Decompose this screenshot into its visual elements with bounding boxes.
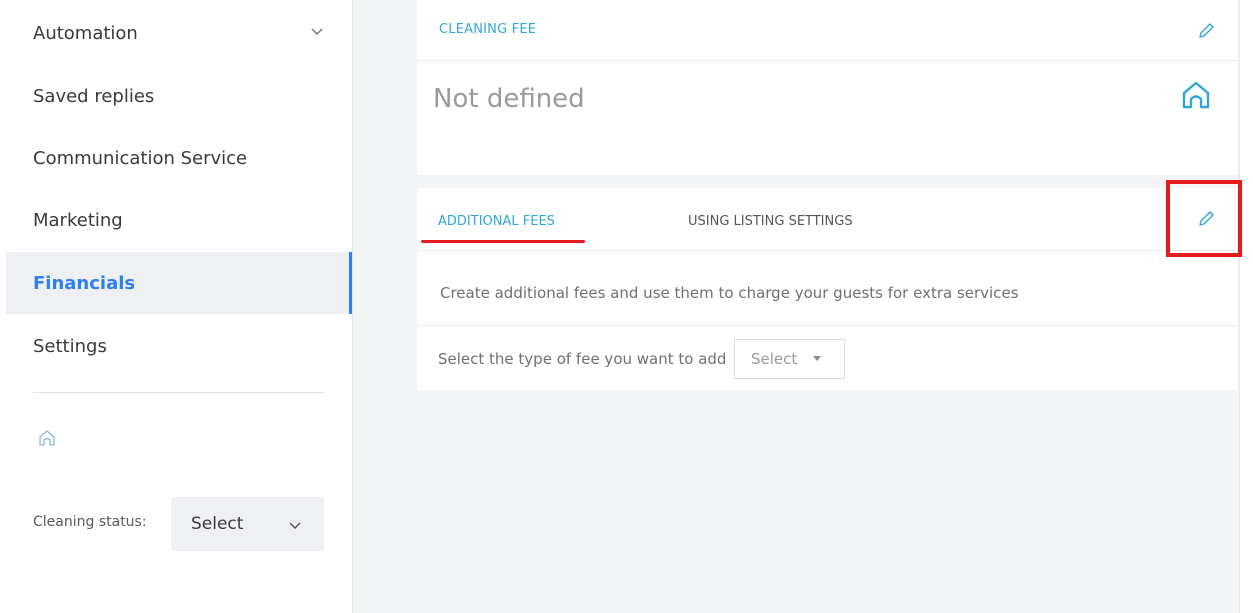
sidebar-item-saved-replies[interactable]: Saved replies [6,65,352,127]
fee-type-select[interactable]: Select [734,339,845,379]
home-icon [39,430,55,446]
active-tab-underline [421,240,585,243]
highlight-box [1166,180,1242,257]
sidebar-item-label: Settings [33,335,107,357]
sidebar-item-label: Communication Service [33,147,248,169]
home-icon [1182,81,1210,109]
right-panel-edge [1239,0,1253,613]
sidebar-item-label: Automation [33,22,138,44]
card-divider [417,60,1237,61]
cleaning-fee-value: Not defined [433,84,585,114]
cleaning-status-label: Cleaning status: [33,514,147,530]
pencil-icon[interactable] [1197,22,1215,40]
cleaning-fee-title: CLEANING FEE [439,22,537,37]
card-divider [417,250,1237,251]
sidebar-item-settings[interactable]: Settings [6,315,352,377]
additional-fees-description: Create additional fees and use them to c… [440,284,1019,302]
cleaning-status-select[interactable]: Select [171,497,324,551]
cleaning-status-value: Select [191,514,244,534]
sidebar-item-label: Marketing [33,209,123,231]
tab-using-listing-settings[interactable]: USING LISTING SETTINGS [688,214,853,229]
sidebar-divider [33,392,324,393]
chevron-down-icon [289,522,301,530]
sidebar-item-automation[interactable]: Automation [6,2,352,64]
sidebar-item-financials[interactable]: Financials [6,252,352,314]
sidebar-item-marketing[interactable]: Marketing [6,189,352,251]
fee-type-value: Select [751,350,798,368]
chevron-down-icon [311,28,323,36]
fee-type-label: Select the type of fee you want to add [438,350,727,368]
card-divider [417,325,1237,326]
sidebar: Automation Saved replies Communication S… [0,0,352,613]
caret-down-icon [813,356,821,361]
tab-additional-fees[interactable]: ADDITIONAL FEES [438,214,555,229]
sidebar-item-label: Saved replies [33,85,155,107]
sidebar-item-label: Financials [33,272,136,294]
main-content: CLEANING FEE Not defined [352,0,1253,613]
cleaning-fee-card: CLEANING FEE Not defined [417,0,1237,175]
sidebar-item-communication-service[interactable]: Communication Service [6,127,352,189]
